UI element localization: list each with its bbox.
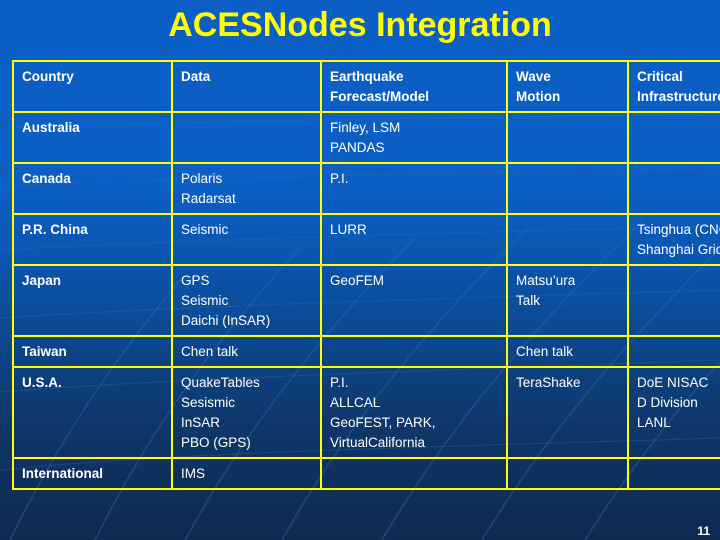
cell-line: Talk bbox=[516, 293, 541, 308]
cell-line: Polaris bbox=[181, 171, 223, 186]
header-line: Earthquake bbox=[330, 69, 404, 84]
cell-data: Polaris Radarsat bbox=[171, 162, 322, 215]
cell-data: Seismic bbox=[171, 213, 322, 266]
cell-line: GeoFEM bbox=[330, 273, 385, 288]
cell-line: Matsu’ura bbox=[516, 273, 576, 288]
cell-country: Taiwan bbox=[12, 335, 173, 368]
cell-country: P.R. China bbox=[12, 213, 173, 266]
cell-line: Finley, LSM bbox=[330, 120, 401, 135]
cell-line: Daichi (InSAR) bbox=[181, 313, 271, 328]
cell-data bbox=[171, 111, 322, 164]
header-line: Motion bbox=[516, 89, 561, 104]
cell-wave: Chen talk bbox=[506, 335, 629, 368]
cell-country: Australia bbox=[12, 111, 173, 164]
table-row: P.R. China Seismic LURR Tsinghua (CNG) bbox=[12, 213, 720, 266]
integration-table-container: Country Data Earthquake Forecast/Model W… bbox=[12, 60, 720, 490]
cell-forecast: P.I. bbox=[320, 162, 508, 215]
cell-line: IMS bbox=[181, 466, 206, 481]
cell-wave bbox=[506, 213, 629, 266]
cell-line: VirtualCalifornia bbox=[330, 435, 426, 450]
table-row: Japan GPS Seismic Daichi (InSAR) GeoFEM … bbox=[12, 264, 720, 337]
cell-line: Chen talk bbox=[181, 344, 239, 359]
cell-line: InSAR bbox=[181, 415, 221, 430]
cell-forecast bbox=[320, 335, 508, 368]
cell-country: Japan bbox=[12, 264, 173, 337]
cell-forecast: P.I. ALLCAL GeoFEST, PARK, VirtualCalifo… bbox=[320, 366, 508, 459]
cell-line: LANL bbox=[637, 415, 671, 430]
cell-wave bbox=[506, 162, 629, 215]
cell-line: ALLCAL bbox=[330, 395, 381, 410]
cell-line: LURR bbox=[330, 222, 367, 237]
table-row: Australia Finley, LSM PANDAS bbox=[12, 111, 720, 164]
cell-line: PBO (GPS) bbox=[181, 435, 251, 450]
header-line: Country bbox=[22, 69, 74, 84]
table-row: International IMS bbox=[12, 457, 720, 490]
column-header-country: Country bbox=[12, 60, 173, 113]
cell-forecast: GeoFEM bbox=[320, 264, 508, 337]
cell-data: Chen talk bbox=[171, 335, 322, 368]
cell-line: D Division bbox=[637, 395, 698, 410]
header-line: Infrastructure bbox=[637, 89, 720, 104]
cell-line: Shanghai Grid bbox=[637, 242, 720, 257]
column-header-critical-infrastructure: Critical Infrastructure bbox=[627, 60, 720, 113]
cell-infrastructure bbox=[627, 162, 720, 215]
cell-forecast: Finley, LSM PANDAS bbox=[320, 111, 508, 164]
cell-country: International bbox=[12, 457, 173, 490]
cell-data: IMS bbox=[171, 457, 322, 490]
cell-country: U.S.A. bbox=[12, 366, 173, 459]
cell-line: PANDAS bbox=[330, 140, 385, 155]
cell-line: GPS bbox=[181, 273, 210, 288]
cell-line: P.I. bbox=[330, 171, 349, 186]
column-header-data: Data bbox=[171, 60, 322, 113]
cell-infrastructure bbox=[627, 264, 720, 337]
cell-line: Sesismic bbox=[181, 395, 236, 410]
cell-line: Seismic bbox=[181, 222, 229, 237]
cell-line: Seismic bbox=[181, 293, 229, 308]
cell-forecast bbox=[320, 457, 508, 490]
table-header-row: Country Data Earthquake Forecast/Model W… bbox=[12, 60, 720, 113]
cell-line: Chen talk bbox=[516, 344, 574, 359]
cell-infrastructure: DoE NISAC D Division LANL bbox=[627, 366, 720, 459]
slide-number: 11 bbox=[697, 524, 710, 538]
header-line: Forecast/Model bbox=[330, 89, 430, 104]
cell-infrastructure bbox=[627, 111, 720, 164]
cell-line: P.I. bbox=[330, 375, 349, 390]
cell-forecast: LURR bbox=[320, 213, 508, 266]
acesnodes-integration-table: Country Data Earthquake Forecast/Model W… bbox=[12, 60, 720, 490]
cell-wave: TeraShake bbox=[506, 366, 629, 459]
cell-line: TeraShake bbox=[516, 375, 581, 390]
header-line: Data bbox=[181, 69, 211, 84]
cell-line: GeoFEST, PARK, bbox=[330, 415, 436, 430]
cell-wave: Matsu’ura Talk bbox=[506, 264, 629, 337]
table-row: Canada Polaris Radarsat P.I. bbox=[12, 162, 720, 215]
cell-wave bbox=[506, 457, 629, 490]
cell-wave bbox=[506, 111, 629, 164]
cell-data: QuakeTables Sesismic InSAR PBO (GPS) bbox=[171, 366, 322, 459]
cell-infrastructure: Tsinghua (CNG) Shanghai Grid bbox=[627, 213, 720, 266]
column-header-earthquake-forecast-model: Earthquake Forecast/Model bbox=[320, 60, 508, 113]
table-row: Taiwan Chen talk Chen talk bbox=[12, 335, 720, 368]
header-line: Wave bbox=[516, 69, 551, 84]
cell-infrastructure bbox=[627, 457, 720, 490]
cell-line: QuakeTables bbox=[181, 375, 260, 390]
page-title: ACESNodes Integration bbox=[168, 6, 552, 44]
cell-country: Canada bbox=[12, 162, 173, 215]
cell-line: DoE NISAC bbox=[637, 375, 709, 390]
table-row: U.S.A. QuakeTables Sesismic InSAR PBO (G… bbox=[12, 366, 720, 459]
presentation-slide: ACESNodes Integration Country Data Earth… bbox=[0, 0, 720, 540]
cell-line: Radarsat bbox=[181, 191, 236, 206]
cell-data: GPS Seismic Daichi (InSAR) bbox=[171, 264, 322, 337]
header-line: Critical bbox=[637, 69, 683, 84]
column-header-wave-motion: Wave Motion bbox=[506, 60, 629, 113]
cell-line: Tsinghua (CNG) bbox=[637, 222, 720, 237]
cell-infrastructure bbox=[627, 335, 720, 368]
